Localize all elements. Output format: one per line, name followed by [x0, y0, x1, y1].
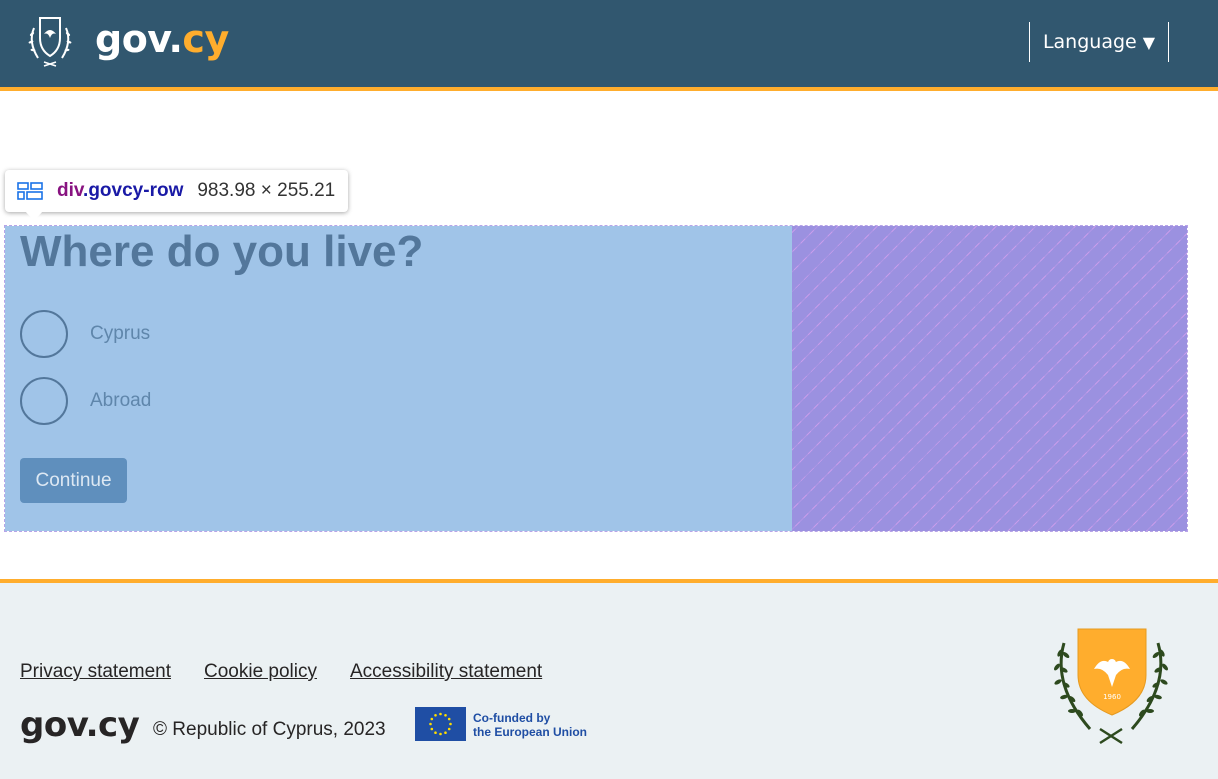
- privacy-statement-link[interactable]: Privacy statement: [20, 661, 171, 683]
- footer-logo[interactable]: gov.cy: [20, 705, 140, 745]
- radio-button[interactable]: [20, 310, 68, 358]
- devtools-element-tooltip: div.govcy-row 983.98 × 255.21: [5, 170, 348, 221]
- eu-flag-icon: [415, 707, 466, 741]
- logo-dot: .: [168, 17, 183, 61]
- footer-links: Privacy statement Cookie policy Accessib…: [20, 661, 575, 683]
- radio-button[interactable]: [20, 377, 68, 425]
- logo-main: gov: [95, 17, 169, 61]
- eu-line-2: the European Union: [473, 725, 587, 739]
- tooltip-selector: div.govcy-row: [57, 180, 183, 202]
- site-header: gov.cy Language ▼: [0, 0, 1218, 91]
- language-menu-button[interactable]: Language ▼: [1029, 22, 1169, 62]
- tooltip-dimensions: 983.98 × 255.21: [197, 180, 336, 201]
- eu-funding-label: Co-funded by the European Union: [473, 711, 593, 739]
- cookie-policy-link[interactable]: Cookie policy: [204, 661, 317, 683]
- radio-option-cyprus[interactable]: Cyprus: [20, 310, 150, 358]
- crest-year: 1960: [1103, 693, 1121, 701]
- radio-label[interactable]: Cyprus: [90, 323, 150, 345]
- site-logo[interactable]: gov.cy: [95, 14, 229, 64]
- cyprus-crest-icon[interactable]: [22, 12, 78, 68]
- radio-option-abroad[interactable]: Abroad: [20, 377, 151, 425]
- accessibility-statement-link[interactable]: Accessibility statement: [350, 661, 542, 683]
- question-heading: Where do you live?: [20, 227, 424, 276]
- radio-label[interactable]: Abroad: [90, 390, 151, 412]
- eu-line-1: Co-funded by: [473, 711, 551, 725]
- tooltip-tag-name: div: [57, 180, 84, 201]
- site-footer: Privacy statement Cookie policy Accessib…: [0, 579, 1218, 779]
- tooltip-class-name: .govcy-row: [83, 180, 184, 201]
- continue-button[interactable]: Continue: [20, 458, 127, 503]
- grid-layout-icon: [17, 182, 43, 200]
- language-label: Language: [1042, 31, 1137, 53]
- caret-down-icon: ▼: [1142, 32, 1156, 52]
- logo-accent: cy: [182, 17, 229, 61]
- copyright-text: © Republic of Cyprus, 2023: [153, 719, 386, 740]
- cyprus-coat-of-arms-icon: 1960: [1054, 628, 1168, 745]
